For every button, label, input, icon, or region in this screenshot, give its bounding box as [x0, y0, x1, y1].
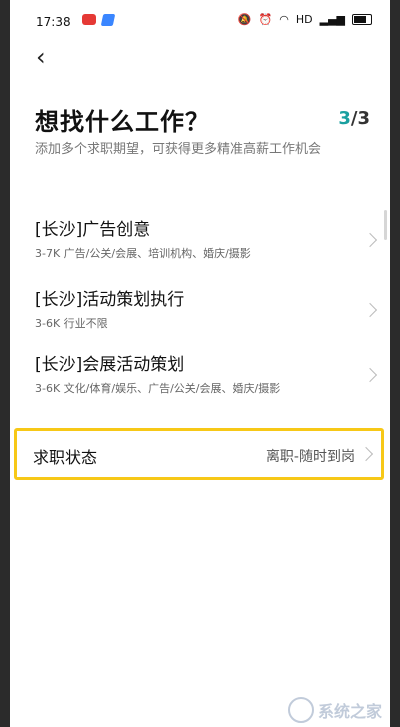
status-icons: 🔕 ⏰ ◠ HD ▂▄▆ [238, 13, 372, 26]
job-status-value: 离职-随时到岗 [265, 449, 355, 465]
notification-red-app-icon [82, 14, 96, 25]
job-desc: 3-7K 广告/公关/会展、培训机构、婚庆/摄影 [35, 247, 251, 260]
hd-label: HD [295, 13, 313, 26]
job-item-1[interactable]: [长沙]广告创意 3-7K 广告/公关/会展、培训机构、婚庆/摄影 [35, 215, 380, 261]
scrollbar[interactable] [384, 210, 387, 240]
step-counter: 3/3 [338, 108, 370, 129]
job-desc: 3-6K 行业不限 [35, 317, 108, 330]
job-status-label: 求职状态 [33, 448, 98, 467]
signal-icon: ▂▄▆ [319, 13, 345, 26]
job-item-3[interactable]: [长沙]会展活动策划 3-6K 文化/体育/娱乐、广告/公关/会展、婚庆/摄影 [35, 350, 380, 396]
bell-icon: 🔕 [237, 13, 252, 26]
status-bar: 17:38 🔕 ⏰ ◠ HD ▂▄▆ [10, 0, 390, 40]
job-status-row[interactable]: 求职状态 离职-随时到岗 [14, 428, 384, 480]
page-subtitle: 添加多个求职期望，可获得更多精准高薪工作机会 [35, 142, 322, 157]
phone-screen: 17:38 🔕 ⏰ ◠ HD ▂▄▆ ‹ 想找什么工作？ 3/3 添加多个求职期… [10, 0, 390, 727]
job-title: [长沙]广告创意 [35, 220, 151, 240]
step-total: 3 [357, 108, 370, 129]
watermark-logo-icon [287, 697, 314, 723]
chevron-right-icon [358, 446, 374, 462]
battery-icon [352, 14, 372, 25]
back-button[interactable]: ‹ [36, 42, 66, 72]
step-current: 3 [338, 108, 351, 129]
page-title: 想找什么工作？ [35, 108, 210, 136]
job-item-2[interactable]: [长沙]活动策划执行 3-6K 行业不限 [35, 285, 380, 331]
watermark: 系统之家 [287, 697, 382, 723]
watermark-text: 系统之家 [317, 702, 382, 721]
job-title: [长沙]会展活动策划 [35, 355, 185, 375]
chevron-left-icon: ‹ [36, 43, 46, 71]
status-time: 17:38 [36, 15, 71, 29]
alarm-icon: ⏰ [258, 13, 273, 26]
blue-app-icon [100, 14, 116, 26]
job-desc: 3-6K 文化/体育/娱乐、广告/公关/会展、婚庆/摄影 [35, 382, 281, 395]
job-title: [长沙]活动策划执行 [35, 290, 185, 310]
wifi-icon: ◠ [279, 13, 289, 26]
